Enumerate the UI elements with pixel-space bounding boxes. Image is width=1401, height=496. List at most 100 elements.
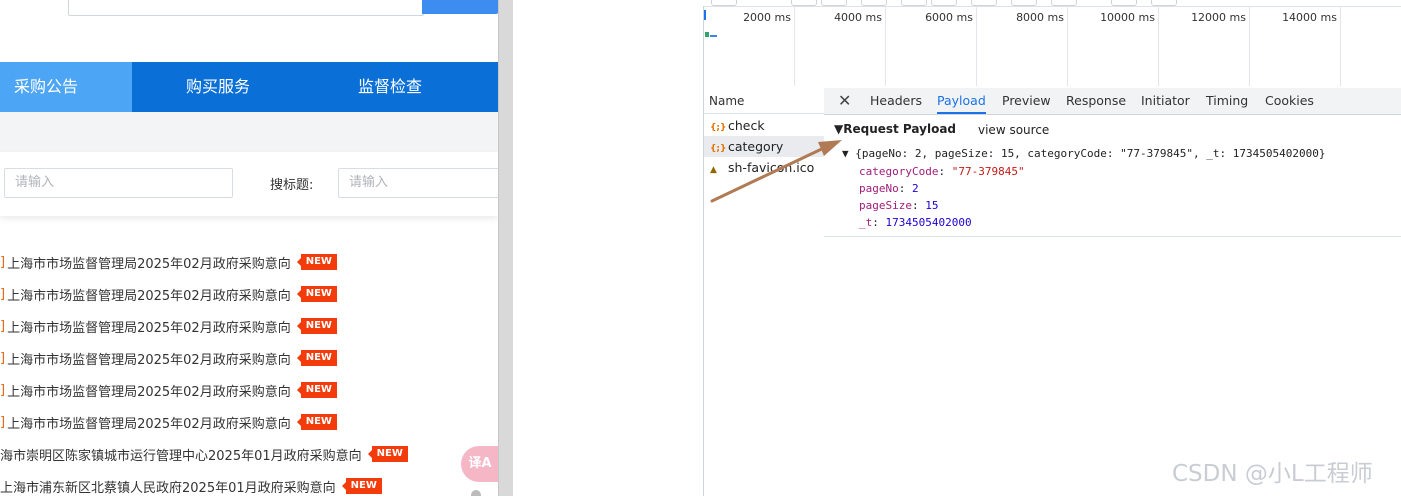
timeline-tick-label: 6000 ms <box>925 11 973 24</box>
payload-summary[interactable]: ▼ {pageNo: 2, pageSize: 15, categoryCode… <box>842 147 1325 160</box>
list-item[interactable]: ] 上海市市场监督管理局2025年02月政府采购意向 NEW <box>0 342 337 374</box>
payload-key: pageNo <box>859 182 899 195</box>
new-badge: NEW <box>296 382 337 398</box>
name-column-header[interactable]: Name <box>704 88 825 114</box>
category-bracket: ] <box>0 350 6 366</box>
payload-key: categoryCode <box>859 165 939 178</box>
nav-item-procurement-notice[interactable]: 采购公告 <box>0 62 132 112</box>
news-title[interactable]: 上海市市场监督管理局2025年02月政府采购意向 <box>7 381 291 400</box>
new-badge: NEW <box>296 318 337 334</box>
payload-value: 2 <box>912 182 919 195</box>
category-bracket: ] <box>0 318 6 334</box>
news-title[interactable]: 海市崇明区陈家镇城市运行管理中心2025年01月政府采购意向 <box>0 445 362 464</box>
timeline-tick-label: 14000 ms <box>1282 11 1337 24</box>
site-search-button[interactable] <box>422 0 498 14</box>
timeline-tick-label: 2000 ms <box>743 11 791 24</box>
tab-cookies[interactable]: Cookies <box>1265 88 1314 114</box>
tab-initiator[interactable]: Initiator <box>1141 88 1190 114</box>
list-item[interactable]: ] 上海市市场监督管理局2025年02月政府采购意向 NEW <box>0 406 337 438</box>
waterfall-bar <box>705 32 709 37</box>
view-source-link[interactable]: view source <box>978 123 1049 137</box>
new-badge: NEW <box>296 414 337 430</box>
section-spacer <box>0 112 498 152</box>
waterfall-overview[interactable]: 2000 ms 4000 ms 6000 ms 8000 ms 10000 ms 1200… <box>703 6 1401 89</box>
list-item[interactable]: ] 上海市市场监督管理局2025年02月政府采购意向 NEW <box>0 310 337 342</box>
payload-separator: : <box>872 216 886 229</box>
arrow-head <box>818 140 842 156</box>
payload-separator: : <box>898 182 912 195</box>
nav-item-supervision[interactable]: 监督检查 <box>304 62 476 112</box>
payload-field[interactable]: pageSize: 15 <box>859 199 938 212</box>
nav-item-purchase-service[interactable]: 购买服务 <box>132 62 304 112</box>
news-title[interactable]: 上海市市场监督管理局2025年02月政府采购意向 <box>7 253 291 272</box>
tab-timing[interactable]: Timing <box>1206 88 1248 114</box>
payload-field[interactable]: categoryCode: "77-379845" <box>859 165 1025 178</box>
detail-tabs: ✕ Headers Payload Preview Response Initiator… <box>824 88 1401 115</box>
news-list: ] 上海市市场监督管理局2025年02月政府采购意向 NEW] 上海市市场监督管理局2… <box>0 234 498 496</box>
new-badge: NEW <box>367 446 408 462</box>
list-item[interactable]: ] 上海市市场监督管理局2025年02月政府采购意向 NEW <box>0 374 337 406</box>
site-search-input[interactable] <box>68 0 424 16</box>
timeline-tick-label: 10000 ms <box>1100 11 1155 24</box>
timeline-tick-label: 160 <box>1348 11 1401 24</box>
timeline-gridline <box>1340 6 1341 86</box>
annotation-arrow-icon <box>710 140 842 203</box>
timeline-gridline <box>794 6 795 86</box>
tab-preview[interactable]: Preview <box>1002 88 1051 114</box>
category-bracket: ] <box>0 286 6 302</box>
timeline-gridline <box>885 6 886 86</box>
timeline-gridline <box>1067 6 1068 86</box>
timeline-gridline <box>1249 6 1250 86</box>
timeline-tick-label: 12000 ms <box>1191 11 1246 24</box>
payload-key: _t <box>859 216 873 229</box>
new-badge: NEW <box>341 478 382 494</box>
timeline-gridline <box>976 6 977 86</box>
list-item[interactable]: ] 上海市市场监督管理局2025年02月政府采购意向 NEW <box>0 246 337 278</box>
payload-separator: : <box>911 199 926 212</box>
list-item[interactable]: ] 上海市市场监督管理局2025年02月政府采购意向 NEW <box>0 278 337 310</box>
payload-separator: : <box>938 165 952 178</box>
devtools-panel: 2000 ms 4000 ms 6000 ms 8000 ms 10000 ms 1200… <box>513 0 1401 496</box>
site-nav-bar: 采购公告 购买服务 监督检查 <box>0 62 498 112</box>
waterfall-start-marker <box>704 10 706 20</box>
website-viewport: 采购公告 购买服务 监督检查 请输入 搜标题: 请输入 ] 上海市市场监督管理局2… <box>0 0 498 496</box>
payload-value: 15 <box>925 199 939 212</box>
timeline-tick-label: 4000 ms <box>834 11 882 24</box>
title-search-label: 搜标题: <box>270 178 314 193</box>
payload-field[interactable]: _t: 1734505402000 <box>859 216 972 229</box>
filter-panel: 请输入 搜标题: 请输入 <box>0 152 498 216</box>
list-item[interactable]: 海市崇明区陈家镇城市运行管理中心2025年01月政府采购意向 NEW <box>0 438 408 470</box>
category-bracket: ] <box>0 414 6 430</box>
divider <box>824 236 1401 237</box>
list-item[interactable]: 上海市浦东新区北蔡镇人民政府2025年01月政府采购意向 NEW <box>0 470 382 496</box>
translate-button[interactable]: 译A <box>461 446 498 482</box>
news-title[interactable]: 上海市市场监督管理局2025年02月政府采购意向 <box>7 349 291 368</box>
new-badge: NEW <box>296 254 337 270</box>
category-bracket: ] <box>0 254 6 270</box>
category-bracket: ] <box>0 382 6 398</box>
watermark: CSDN @小L工程师 <box>1172 461 1373 487</box>
news-title[interactable]: 上海市浦东新区北蔡镇人民政府2025年01月政府采购意向 <box>0 477 336 496</box>
tab-response[interactable]: Response <box>1066 88 1126 114</box>
title-search-input[interactable]: 请输入 <box>338 168 498 198</box>
arrow-shaft <box>710 144 830 203</box>
pane-splitter[interactable] <box>498 0 513 496</box>
scroll-dot <box>471 490 481 496</box>
filter-input[interactable]: 请输入 <box>4 168 233 198</box>
timeline-tick-label: 8000 ms <box>1016 11 1064 24</box>
payload-value: "77-379845" <box>951 165 1025 178</box>
new-badge: NEW <box>296 286 337 302</box>
news-title[interactable]: 上海市市场监督管理局2025年02月政府采购意向 <box>7 413 291 432</box>
tab-payload[interactable]: Payload <box>937 88 986 114</box>
request-detail: ✕ Headers Payload Preview Response Initiator… <box>824 88 1401 496</box>
timeline-gridline <box>1158 6 1159 86</box>
close-icon[interactable]: ✕ <box>838 88 851 114</box>
news-title[interactable]: 上海市市场监督管理局2025年02月政府采购意向 <box>7 317 291 336</box>
waterfall-bar <box>710 35 717 37</box>
payload-value: 1734505402000 <box>885 216 972 229</box>
new-badge: NEW <box>296 350 337 366</box>
payload-key: pageSize <box>859 199 912 212</box>
news-title[interactable]: 上海市市场监督管理局2025年02月政府采购意向 <box>7 285 291 304</box>
tab-headers[interactable]: Headers <box>870 88 922 114</box>
payload-field[interactable]: pageNo: 2 <box>859 182 919 195</box>
